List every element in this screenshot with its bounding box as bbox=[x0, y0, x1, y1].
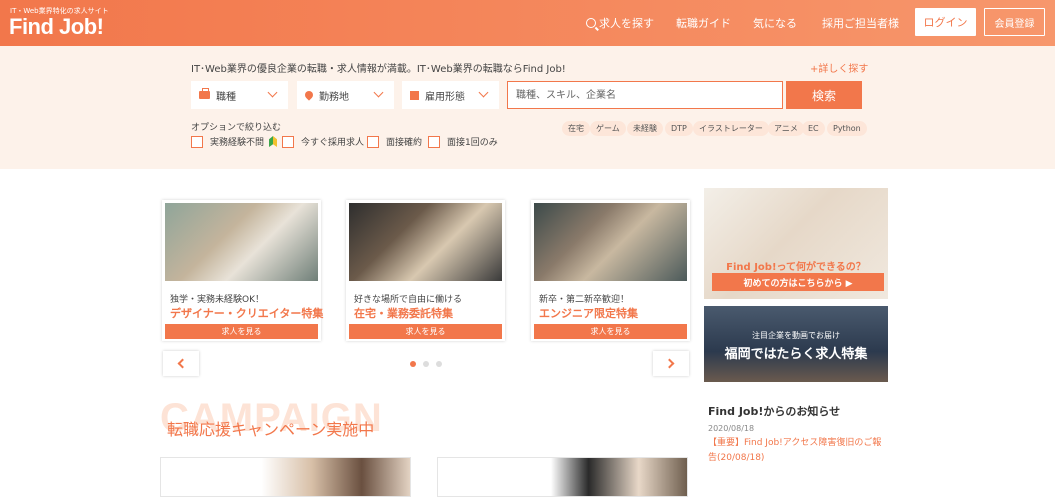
beginner-mark-icon bbox=[269, 136, 278, 147]
nav-recruiter[interactable]: 採用ご担当者様 bbox=[822, 15, 899, 31]
tag-anime[interactable]: アニメ bbox=[768, 121, 804, 136]
feature-title: デザイナー・クリエイター特集 bbox=[170, 307, 324, 320]
option-interview-guaranteed[interactable]: 面接確約 bbox=[367, 135, 422, 148]
tag-illustrator[interactable]: イラストレーター bbox=[693, 121, 769, 136]
briefcase-icon bbox=[199, 88, 210, 99]
fukuoka-banner-sub: 注目企業を動画でお届け bbox=[752, 331, 840, 340]
register-button[interactable]: 会員登録 bbox=[984, 8, 1045, 36]
tag-remote[interactable]: 在宅 bbox=[562, 121, 590, 136]
search-button[interactable]: 検索 bbox=[786, 81, 862, 109]
carousel-dot[interactable] bbox=[436, 361, 442, 367]
feature-subtitle: 新卒・第二新卒歓迎！ bbox=[539, 295, 630, 305]
tag-python[interactable]: Python bbox=[827, 121, 867, 136]
view-jobs-button[interactable]: 求人を見る bbox=[165, 324, 318, 339]
checkbox[interactable] bbox=[428, 135, 440, 148]
search-intro: IT･Web業界の優良企業の転職・求人情報が満載。IT･Web業界の転職ならFi… bbox=[191, 64, 566, 75]
chevron-left-icon bbox=[177, 358, 188, 369]
search-icon bbox=[586, 18, 596, 28]
nav-favorites[interactable]: 気になる bbox=[753, 15, 797, 31]
map-pin-icon bbox=[303, 89, 315, 101]
job-type-label: 職種 bbox=[216, 91, 236, 103]
location-select[interactable]: 勤務地 bbox=[297, 81, 394, 109]
options-title: オプションで絞り込む bbox=[191, 123, 282, 133]
option-label: 実務経験不問 bbox=[210, 138, 265, 148]
checkbox[interactable] bbox=[282, 135, 294, 148]
feature-title: エンジニア限定特集 bbox=[539, 307, 638, 320]
location-label: 勤務地 bbox=[319, 91, 349, 103]
about-banner-question: Find Job!って何ができるの？ bbox=[726, 262, 866, 273]
chevron-down-icon bbox=[267, 87, 278, 98]
feature-image bbox=[165, 203, 318, 281]
campaign-card[interactable] bbox=[160, 457, 411, 497]
employment-type-select[interactable]: 雇用形態 bbox=[402, 81, 499, 109]
news-heading: Find Job!からのお知らせ bbox=[708, 405, 841, 418]
fukuoka-banner-title: 福岡ではたらく求人特集 bbox=[724, 347, 868, 362]
login-button[interactable]: ログイン bbox=[915, 8, 976, 36]
chevron-right-icon bbox=[664, 358, 675, 369]
feature-image bbox=[349, 203, 502, 281]
site-header: IT・Web業界特化の求人サイト Find Job! 求人を探す 転職ガイド 気… bbox=[0, 0, 1055, 46]
checkbox[interactable] bbox=[367, 135, 379, 148]
feature-subtitle: 好きな場所で自由に働ける bbox=[354, 295, 463, 305]
nav-career-guide[interactable]: 転職ガイド bbox=[676, 15, 731, 31]
option-no-experience[interactable]: 実務経験不問 bbox=[191, 135, 278, 148]
search-panel: IT･Web業界の優良企業の転職・求人情報が満載。IT･Web業界の転職ならFi… bbox=[0, 46, 1055, 169]
about-banner-cta: 初めての方はこちらから ▶ bbox=[712, 273, 884, 291]
gift-icon bbox=[410, 90, 419, 100]
job-type-select[interactable]: 職種 bbox=[191, 81, 288, 109]
nav-job-search-label: 求人を探す bbox=[599, 17, 654, 30]
fukuoka-banner[interactable]: 注目企業を動画でお届け 福岡ではたらく求人特集 bbox=[704, 306, 888, 382]
detailed-search-link[interactable]: +詳しく探す bbox=[810, 60, 868, 75]
tag-dtp[interactable]: DTP bbox=[665, 121, 693, 136]
campaign-image bbox=[438, 458, 687, 496]
carousel-prev-button[interactable] bbox=[163, 351, 199, 376]
campaign-card[interactable] bbox=[437, 457, 688, 497]
feature-card-designer[interactable]: 独学・実務未経験OK！ デザイナー・クリエイター特集 求人を見る bbox=[162, 200, 324, 341]
feature-subtitle: 独学・実務未経験OK！ bbox=[170, 295, 264, 305]
carousel-dot[interactable] bbox=[423, 361, 429, 367]
option-label: 面接1回のみ bbox=[447, 138, 498, 148]
option-label: 面接確約 bbox=[386, 138, 423, 148]
checkbox[interactable] bbox=[191, 135, 203, 148]
about-banner[interactable]: Find Job!って何ができるの？ 初めての方はこちらから ▶ bbox=[704, 188, 888, 299]
news-link[interactable]: 【重要】Find Job!アクセス障害復旧のご報告(20/08/18) bbox=[708, 436, 888, 466]
carousel-dot[interactable] bbox=[410, 361, 416, 367]
news-date: 2020/08/18 bbox=[708, 424, 755, 433]
feature-card-engineer[interactable]: 新卒・第二新卒歓迎！ エンジニア限定特集 求人を見る bbox=[531, 200, 690, 341]
campaign-image bbox=[161, 458, 410, 496]
tag-game[interactable]: ゲーム bbox=[590, 121, 626, 136]
nav-job-search[interactable]: 求人を探す bbox=[586, 15, 654, 31]
chevron-down-icon bbox=[478, 87, 489, 98]
site-logo[interactable]: Find Job! bbox=[9, 14, 104, 40]
option-single-interview[interactable]: 面接1回のみ bbox=[428, 135, 498, 148]
campaign-title: 転職応援キャンペーン実施中 bbox=[167, 420, 375, 439]
option-immediate-hire[interactable]: 今すぐ採用求人 bbox=[282, 135, 364, 148]
view-jobs-button[interactable]: 求人を見る bbox=[534, 324, 687, 339]
tag-ec[interactable]: EC bbox=[802, 121, 825, 136]
view-jobs-button[interactable]: 求人を見る bbox=[349, 324, 502, 339]
feature-card-remote[interactable]: 好きな場所で自由に働ける 在宅・業務委託特集 求人を見る bbox=[346, 200, 505, 341]
feature-image bbox=[534, 203, 687, 281]
keyword-input[interactable] bbox=[507, 81, 783, 109]
carousel-next-button[interactable] bbox=[653, 351, 689, 376]
option-label: 今すぐ採用求人 bbox=[301, 138, 365, 148]
chevron-down-icon bbox=[373, 87, 384, 98]
feature-title: 在宅・業務委託特集 bbox=[354, 307, 453, 320]
employment-type-label: 雇用形態 bbox=[425, 91, 465, 103]
tag-no-experience[interactable]: 未経験 bbox=[627, 121, 663, 136]
